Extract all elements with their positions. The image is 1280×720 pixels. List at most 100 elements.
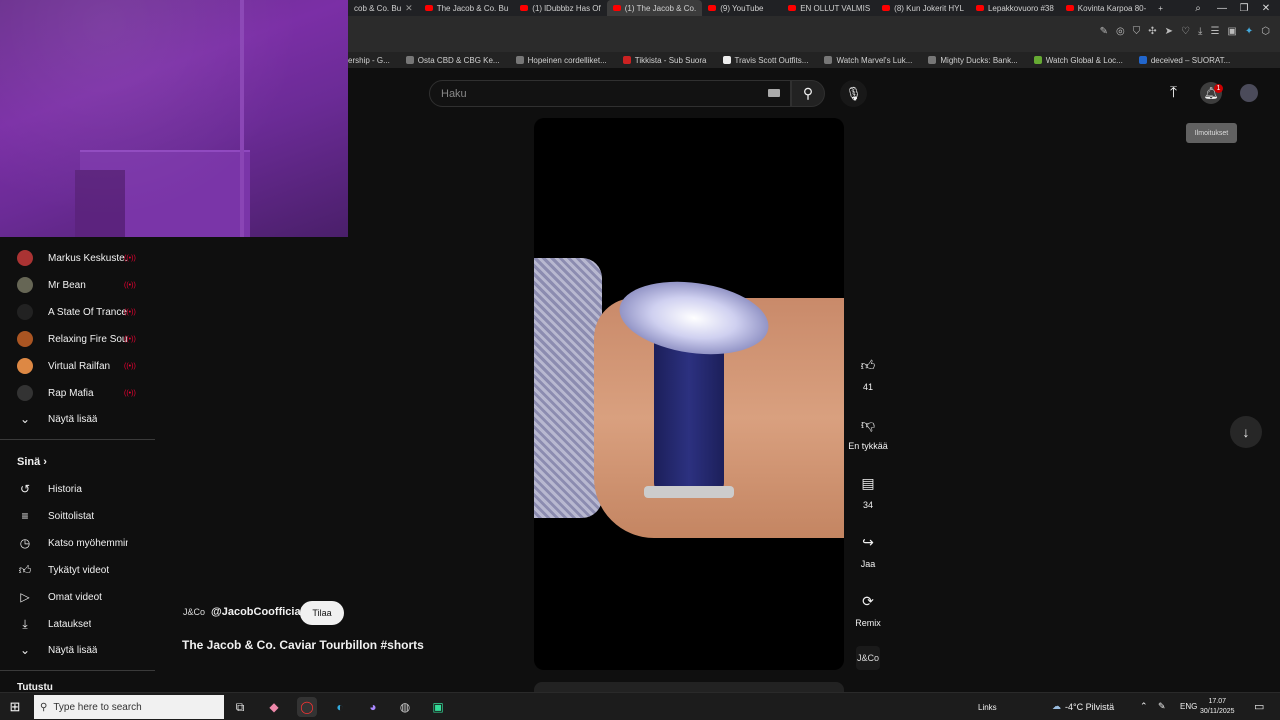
site-icon	[1033, 56, 1042, 64]
chevron-up-icon[interactable]: ⌃	[1140, 701, 1148, 712]
download-icon[interactable]: ⤓	[1198, 26, 1202, 37]
close-window-button[interactable]: ✕	[1254, 0, 1278, 16]
sidebar-subscription[interactable]: Rap Mafia ((•))	[0, 382, 155, 404]
browser-search-icon[interactable]: ⌕	[1186, 0, 1210, 16]
search-input[interactable]: Haku	[429, 80, 791, 107]
pen-icon[interactable]: ✎	[1158, 701, 1166, 712]
language-indicator[interactable]: ENG	[1180, 702, 1197, 711]
bookmark[interactable]: Osta CBD & CBG Ke...	[405, 56, 500, 65]
next-video-preview[interactable]	[534, 682, 844, 692]
video-title[interactable]: The Jacob & Co. Caviar Tourbillon #short…	[182, 638, 424, 652]
bookmark[interactable]: Watch Marvel's Luk...	[824, 56, 912, 65]
live-icon: ((•))	[124, 362, 136, 370]
sidebar-item-liked-videos[interactable]: 👍︎ Tykätyt videot	[0, 559, 155, 581]
like-count: 41	[862, 382, 873, 392]
search-button[interactable]: ⚲	[791, 80, 825, 107]
app-icon[interactable]: ▣	[428, 697, 448, 717]
dislike-action[interactable]: 👎︎ En tykkää	[846, 409, 890, 452]
channel-logo-button[interactable]: J&Co	[856, 646, 880, 670]
site-icon	[928, 56, 937, 64]
shield-icon[interactable]: ⛉	[1133, 26, 1141, 37]
sidebar-subscription[interactable]: Relaxing Fire Sou... ((•))	[0, 328, 155, 350]
show-more-button[interactable]: ⌄ Näytä lisää	[0, 639, 155, 661]
bookmark[interactable]: ership - G...	[348, 56, 390, 65]
bookmark[interactable]: deceived – SUORAT...	[1138, 56, 1230, 65]
links-toolbar[interactable]: Links	[978, 703, 997, 712]
bookmark[interactable]: Watch Global & Loc...	[1033, 56, 1123, 65]
bookmark[interactable]: Hopeinen cordelliket...	[515, 56, 607, 65]
browser-tab[interactable]: (9) YouTube	[702, 0, 782, 16]
remix-icon[interactable]: ⟳	[853, 586, 883, 616]
thumbs-up-icon[interactable]: 👍︎	[853, 350, 883, 380]
share-icon[interactable]: ↪	[853, 527, 883, 557]
sidebar-item-playlists[interactable]: ≡ Soittolistat	[0, 505, 155, 527]
new-tab-button[interactable]: +	[1152, 0, 1169, 16]
browser-tab[interactable]: (1) lDubbbz Has Of	[514, 0, 606, 16]
channel-avatar[interactable]: J&Co	[183, 602, 205, 622]
sidebar-item-history[interactable]: ↺ Historia	[0, 478, 155, 500]
taskbar-search-input[interactable]: ⚲ Type here to search	[34, 695, 224, 719]
task-view-icon[interactable]: ⧉	[230, 697, 250, 717]
shorts-video-player[interactable]	[534, 118, 844, 670]
comments-action[interactable]: ▤ 34	[846, 468, 890, 511]
clock[interactable]: 17.07 30/11/2025	[1200, 697, 1235, 717]
sidebar-subscription[interactable]: A State Of Trance ((•))	[0, 301, 155, 323]
edit-icon[interactable]: ✎	[1100, 26, 1108, 37]
sidebar-subscription[interactable]: Virtual Railfan ((•))	[0, 355, 155, 377]
app-icon[interactable]: ◆	[264, 697, 284, 717]
browser-tab[interactable]: EN OLLUT VALMIS	[782, 0, 876, 16]
browser-tab[interactable]: cob & Co. Bu ✕	[348, 0, 419, 16]
browser-tab[interactable]: The Jacob & Co. Bu	[419, 0, 515, 16]
live-icon: ((•))	[124, 308, 136, 316]
cube-icon[interactable]: ⬡	[1261, 26, 1270, 37]
send-icon[interactable]: ➤	[1165, 26, 1173, 37]
you-section-header[interactable]: Sinä ›	[17, 456, 47, 468]
next-video-button[interactable]: ↓	[1230, 416, 1262, 448]
remix-label: Remix	[855, 618, 881, 628]
app-icon[interactable]: ◍	[395, 697, 415, 717]
sidebar-item-your-videos[interactable]: ▷ Omat videot	[0, 586, 155, 608]
sidebar-item-watch-later[interactable]: ◷ Katso myöhemmin	[0, 532, 155, 554]
show-more-button[interactable]: ⌄ Näytä lisää	[0, 408, 155, 430]
comment-icon[interactable]: ▤	[853, 468, 883, 498]
video-sleeve	[534, 258, 602, 518]
account-avatar[interactable]	[1240, 84, 1258, 102]
menu-icon[interactable]: ☰	[1210, 26, 1219, 37]
weather-widget[interactable]: ☁ -4°C Pilvistä	[1052, 701, 1114, 712]
windows-start-icon[interactable]: ⊞	[7, 699, 23, 715]
sidebar-subscription[interactable]: Markus Keskuste... ((•))	[0, 247, 155, 269]
restore-button[interactable]: ❐	[1232, 0, 1256, 16]
sidebar-item-downloads[interactable]: ⤓ Lataukset	[0, 613, 155, 635]
camera-icon[interactable]: ◎	[1116, 26, 1125, 37]
channel-name[interactable]: @JacobCoofficial	[211, 606, 304, 618]
browser-tab[interactable]: (8) Kun Jokerit HYL	[876, 0, 970, 16]
keyboard-icon[interactable]	[768, 89, 780, 97]
browser-tab[interactable]: Lepakkovuoro #38	[970, 0, 1060, 16]
share-action[interactable]: ↪ Jaa	[846, 527, 890, 570]
remix-action[interactable]: ⟳ Remix	[846, 586, 890, 629]
browser-tab-active[interactable]: (1) The Jacob & Co.	[606, 0, 703, 16]
opera-icon[interactable]: ◯	[297, 697, 317, 717]
bookmark[interactable]: Travis Scott Outfits...	[722, 56, 808, 65]
discord-icon[interactable]: ◕	[363, 697, 383, 717]
channel-avatar	[17, 385, 33, 401]
extension-icon[interactable]: ✣	[1148, 26, 1156, 37]
sidebar-subscription[interactable]: Mr Bean ((•))	[0, 274, 155, 296]
upload-icon[interactable]: ⤒	[1170, 84, 1177, 102]
browser-tab[interactable]: Kovinta Karpoa 80-	[1060, 0, 1153, 16]
wallet-icon[interactable]: ▣	[1227, 26, 1236, 37]
minimize-button[interactable]: —	[1210, 0, 1234, 16]
bookmark[interactable]: Mighty Ducks: Bank...	[928, 56, 1018, 65]
heart-icon[interactable]: ♡	[1181, 26, 1190, 37]
like-action[interactable]: 👍︎ 41	[846, 350, 890, 393]
voice-search-button[interactable]: 🎙︎	[840, 80, 867, 107]
edge-icon[interactable]: ◐	[330, 697, 350, 717]
thumbs-down-icon[interactable]: 👎︎	[853, 409, 883, 439]
ai-icon[interactable]: ✦	[1245, 26, 1253, 37]
bookmark[interactable]: Tikkista - Sub Suora	[622, 56, 707, 65]
cloud-icon: ☁	[1052, 701, 1061, 711]
close-icon[interactable]: ✕	[405, 3, 413, 14]
subscribe-button[interactable]: Tilaa	[300, 601, 344, 625]
notification-center-icon[interactable]: ▭	[1254, 700, 1264, 713]
youtube-icon	[708, 5, 717, 11]
